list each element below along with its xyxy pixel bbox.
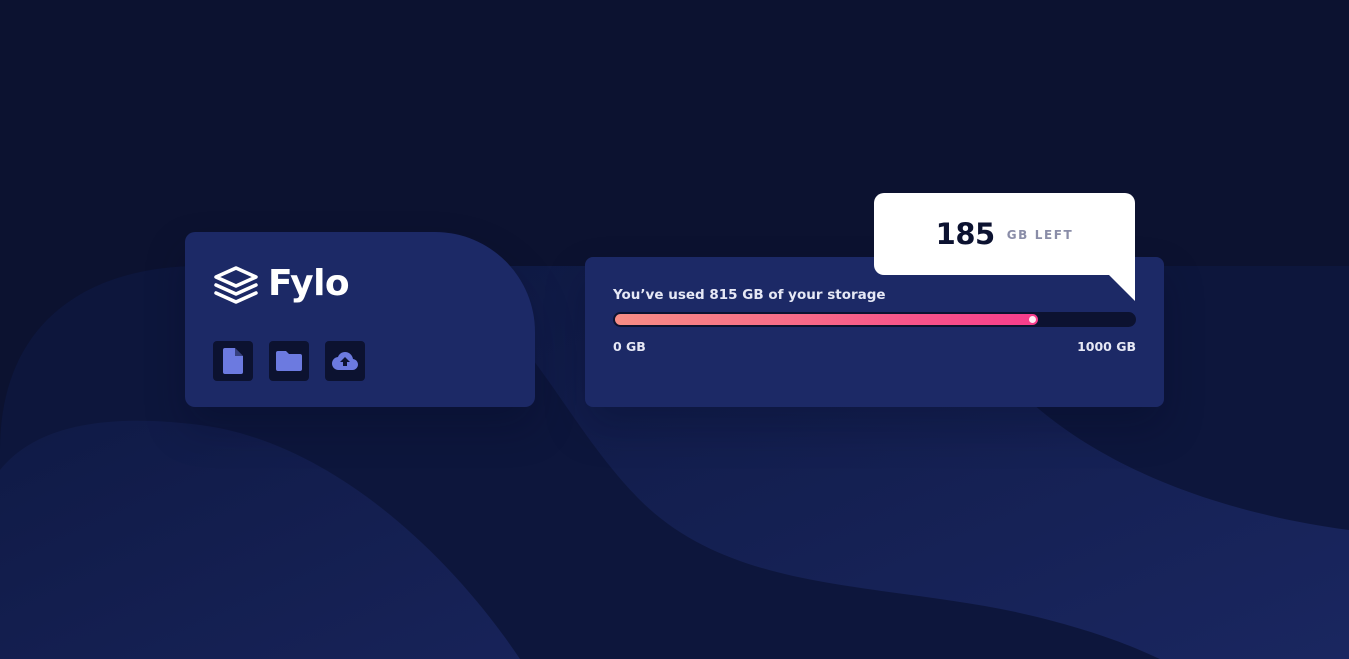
- document-icon: [223, 348, 243, 374]
- storage-card: You’ve used 815 GB of your storage 0 GB …: [585, 257, 1164, 407]
- callout-tail: [1109, 275, 1135, 301]
- stacked-layers-icon: [214, 266, 258, 304]
- logo: Fylo: [212, 262, 350, 306]
- usage-text: You’ve used 815 GB of your storage: [613, 287, 886, 303]
- storage-progress-track: [613, 312, 1136, 327]
- brand-card: Fylo: [185, 232, 535, 407]
- remaining-callout: 185 GB LEFT: [874, 193, 1135, 275]
- remaining-value: 185: [935, 217, 996, 251]
- remaining-unit: GB LEFT: [1006, 228, 1074, 242]
- folder-button[interactable]: [269, 341, 309, 381]
- range-min-label: 0 GB: [613, 339, 646, 354]
- cloud-upload-icon: [332, 352, 358, 370]
- logo-text: Fylo: [268, 263, 350, 304]
- document-button[interactable]: [213, 341, 253, 381]
- storage-progress-fill: [615, 314, 1038, 325]
- upload-button[interactable]: [325, 341, 365, 381]
- action-buttons: [213, 341, 365, 381]
- range-max-label: 1000 GB: [1077, 339, 1136, 354]
- folder-icon: [276, 351, 302, 371]
